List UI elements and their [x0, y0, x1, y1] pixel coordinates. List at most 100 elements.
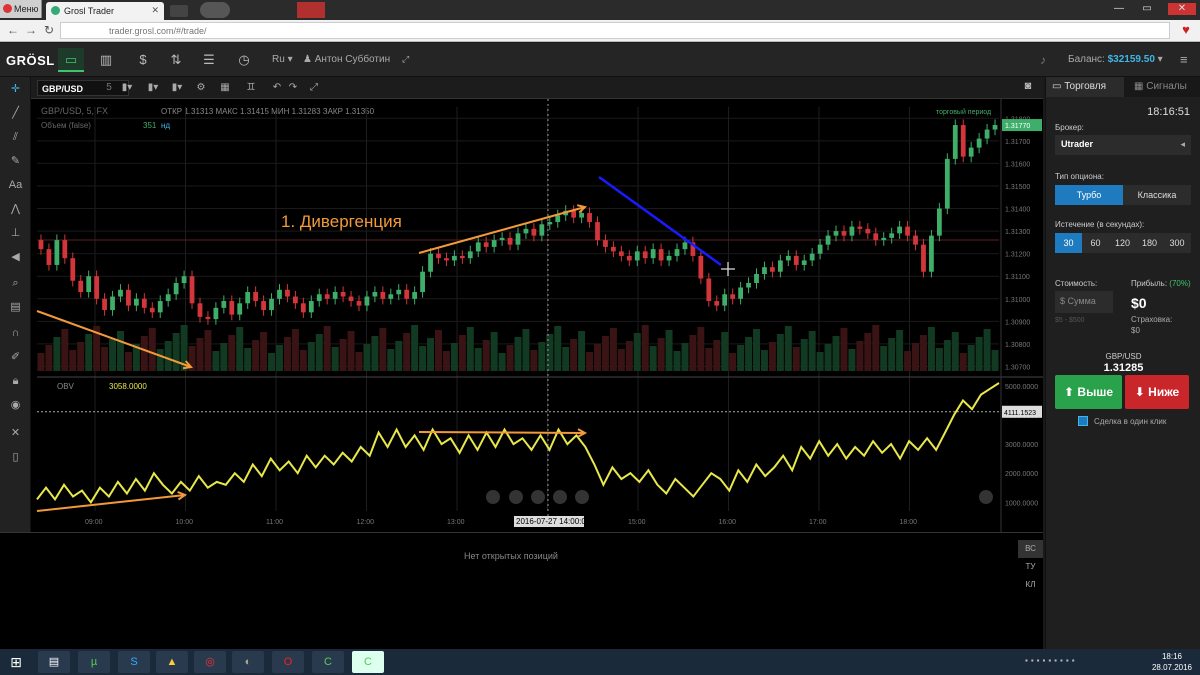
call-button[interactable]: ⬆ Выше	[1055, 375, 1122, 409]
monitor-icon[interactable]: ▭	[58, 48, 84, 72]
back-icon[interactable]: ←	[6, 23, 20, 37]
heart-icon[interactable]: ♥	[1178, 22, 1194, 38]
chart-area[interactable]: ОТКР 1.31313 МАКС 1.31415 МИН 1.31283 ЗА…	[31, 99, 1043, 532]
volume-bar	[912, 343, 919, 371]
tab-signals[interactable]: ▦ Сигналы	[1126, 77, 1200, 97]
chrome-icon[interactable]: ◎	[194, 651, 226, 673]
user-menu[interactable]: ♟ Антон Субботин	[303, 54, 390, 65]
trash-icon[interactable]: ▯	[7, 449, 24, 466]
transfer-icon[interactable]: ⇅	[163, 48, 189, 72]
put-button[interactable]: ⬇ Ниже	[1125, 375, 1189, 409]
candle-body	[332, 292, 338, 299]
chart-type-icon[interactable]: ▮▾	[169, 80, 185, 96]
arrow-left-icon[interactable]: ◀	[7, 249, 24, 266]
expiry-120[interactable]: 120	[1109, 233, 1136, 253]
tab-thumbnail[interactable]	[200, 2, 230, 18]
system-tray[interactable]: ▪▪▪▪▪▪▪▪▪	[1025, 656, 1145, 668]
expiry-60[interactable]: 60	[1082, 233, 1109, 253]
settings-icon[interactable]: ⚙	[193, 80, 209, 96]
line-tool-icon[interactable]: ╱	[7, 105, 24, 122]
one-click-checkbox[interactable]	[1078, 416, 1088, 426]
amount-input[interactable]: $ Сумма	[1055, 291, 1113, 313]
expiry-30[interactable]: 30	[1055, 233, 1082, 253]
volume-bar	[951, 332, 959, 371]
camtasia-recorder-icon[interactable]: C	[352, 651, 384, 673]
expand-icon[interactable]: ⤢	[402, 54, 409, 65]
volume-bar	[411, 325, 419, 371]
indicators-icon[interactable]: ▦	[217, 80, 233, 96]
reload-icon[interactable]: ↻	[42, 23, 56, 37]
volume-bar	[816, 352, 824, 371]
forward-icon[interactable]: →	[24, 23, 38, 37]
windows-start-icon[interactable]: ⊞	[4, 651, 28, 673]
candle-body	[293, 296, 298, 304]
expiry-300[interactable]: 300	[1163, 233, 1191, 253]
minimize-icon[interactable]: —	[1112, 3, 1126, 15]
tab-all[interactable]: ВС	[1018, 540, 1043, 558]
volume-value: 351	[143, 121, 157, 130]
maximize-icon[interactable]: ▭	[1140, 3, 1154, 15]
tab-kl[interactable]: КЛ	[1018, 576, 1043, 594]
dollar-icon[interactable]: $	[130, 48, 156, 72]
browser-tab-active[interactable]: Grosl Trader ✕	[46, 2, 164, 20]
option-classic[interactable]: Классика	[1123, 185, 1191, 205]
pattern-tool-icon[interactable]: ⋀	[7, 201, 24, 218]
bar-chart-icon[interactable]: ▥	[93, 48, 119, 72]
bars-icon[interactable]: ▮▾	[145, 80, 161, 96]
text-tool-icon[interactable]: Aa	[7, 177, 24, 194]
tab-trade[interactable]: ▭ Торговля	[1046, 77, 1124, 97]
undo-icon[interactable]: ↶	[269, 80, 285, 96]
compare-icon[interactable]: ♊	[243, 80, 259, 96]
broker-select[interactable]: Utrader ◂	[1055, 135, 1191, 155]
language-select[interactable]: Ru ▾	[272, 54, 293, 65]
volume-bar	[760, 350, 768, 371]
explorer-icon[interactable]: ▤	[38, 651, 70, 673]
skype-icon[interactable]: S	[118, 651, 150, 673]
address-input[interactable]: trader.grosl.com/#/trade/	[60, 22, 1170, 39]
brush-icon[interactable]: ✎	[7, 153, 24, 170]
close-window-icon[interactable]: ✕	[1168, 3, 1196, 15]
magnet-icon[interactable]: ∩	[7, 325, 24, 342]
lock-icon[interactable]: 🔒︎	[7, 373, 24, 390]
candle-body	[308, 301, 314, 313]
new-tab-button[interactable]	[170, 5, 188, 17]
timeframe-select[interactable]: 5	[101, 80, 117, 96]
volume-bar	[705, 348, 713, 371]
option-turbo[interactable]: Турбо	[1055, 185, 1123, 205]
time-tick-label: 17:00	[809, 519, 827, 526]
zoom-icon[interactable]: ⌕	[7, 275, 24, 292]
tab-title: Grosl Trader	[64, 6, 115, 16]
tab-tu[interactable]: ТУ	[1018, 558, 1043, 576]
camtasia-icon[interactable]: C	[312, 651, 344, 673]
fullscreen-icon[interactable]: ⤢	[306, 80, 322, 96]
candle-body	[952, 125, 958, 159]
tools-icon[interactable]: ✕	[7, 425, 24, 442]
ruler-icon[interactable]: ▤	[7, 299, 24, 316]
redo-icon[interactable]: ↷	[285, 80, 301, 96]
eye-icon[interactable]: ◉	[7, 397, 24, 414]
volume-bar	[331, 347, 339, 371]
price-tick-label: 1.31700	[1005, 139, 1030, 146]
sliders-icon[interactable]: ☰	[196, 48, 222, 72]
crosshair-icon[interactable]: ✛	[7, 81, 24, 98]
tab-thumbnail[interactable]	[297, 2, 325, 18]
expiry-180[interactable]: 180	[1136, 233, 1163, 253]
candle-body	[730, 294, 736, 299]
utorrent-icon[interactable]: µ	[78, 651, 110, 673]
volume-bar	[419, 346, 427, 371]
camera-icon[interactable]: ◙	[1018, 80, 1038, 96]
browser-menu-tab[interactable]: Меню	[0, 0, 42, 18]
candle-type-icon[interactable]: ▮▾	[119, 80, 135, 96]
opera-icon[interactable]: O	[272, 651, 304, 673]
app-icon[interactable]: ▲	[156, 651, 188, 673]
clock-icon[interactable]: ◷	[231, 48, 257, 72]
measure-tool-icon[interactable]: ⊥	[7, 225, 24, 242]
fib-tool-icon[interactable]: ⫽	[7, 129, 24, 146]
pencil-icon[interactable]: ✐	[7, 349, 24, 366]
hamburger-icon[interactable]: ≡	[1180, 52, 1188, 67]
trading-chart[interactable]: ОТКР 1.31313 МАКС 1.31415 МИН 1.31283 ЗА…	[31, 99, 1043, 532]
media-icon[interactable]: ◐	[232, 651, 264, 673]
bell-icon[interactable]: ♪	[1040, 53, 1046, 67]
tab-close-icon[interactable]: ✕	[151, 5, 159, 16]
volume-bar	[649, 346, 657, 371]
